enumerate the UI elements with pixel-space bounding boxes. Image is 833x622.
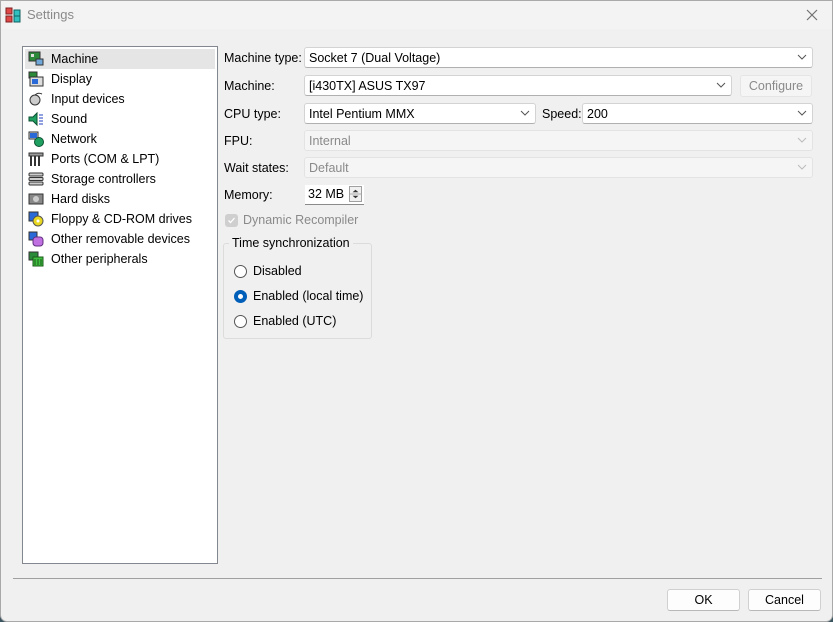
radio-label: Disabled [253,264,302,278]
memory-label: Memory: [224,188,273,202]
removable-devices-icon [28,231,44,247]
settings-category-list[interactable]: Machine Display Input devices Sound Netw… [22,46,218,564]
sidebar-item-label: Hard disks [51,192,111,206]
sidebar-item-label: Other removable devices [51,232,190,246]
close-icon [806,9,818,21]
machine-label: Machine: [224,79,275,93]
dynamic-recompiler-checkbox[interactable]: Dynamic Recompiler [225,213,358,227]
configure-button[interactable]: Configure [740,75,812,97]
sidebar-item-machine[interactable]: Machine [25,49,215,69]
sidebar-item-label: Other peripherals [51,252,148,266]
sidebar-item-label: Machine [51,52,99,66]
machine-type-value: Socket 7 (Dual Voltage) [309,50,441,65]
speed-dropdown[interactable]: 200 [582,103,813,124]
sidebar-item-label: Storage controllers [51,172,156,186]
floppy-cdrom-icon [28,211,44,227]
sidebar-item-hard-disks[interactable]: Hard disks [25,189,215,209]
hard-disk-icon [28,193,44,205]
cpu-type-label: CPU type: [224,107,281,121]
wait-states-value: Default [309,160,349,175]
wait-states-dropdown[interactable]: Default [304,157,813,178]
machine-value: [i430TX] ASUS TX97 [309,78,426,93]
chevron-down-icon [520,110,530,116]
machine-dropdown[interactable]: [i430TX] ASUS TX97 [304,75,732,96]
sidebar-item-other-removable-devices[interactable]: Other removable devices [25,229,215,249]
cancel-button[interactable]: Cancel [748,589,821,611]
title-bar: Settings [1,1,832,29]
display-icon [28,71,44,87]
time-sync-disabled-radio[interactable]: Disabled [234,264,302,278]
wait-states-label: Wait states: [224,161,289,175]
machine-type-dropdown[interactable]: Socket 7 (Dual Voltage) [304,47,813,68]
checkbox-checked-icon [225,213,238,227]
spin-arrows-icon[interactable] [349,186,362,202]
chevron-down-icon [797,54,807,60]
radio-unchecked-icon [234,264,247,278]
close-button[interactable] [792,1,832,29]
cpu-type-value: Intel Pentium MMX [309,106,415,121]
chevron-down-icon [797,110,807,116]
fpu-label: FPU: [224,134,253,148]
ports-icon [28,152,44,166]
network-icon [28,131,44,147]
sidebar-item-other-peripherals[interactable]: Other peripherals [25,249,215,269]
time-sync-title: Time synchronization [229,236,353,250]
sidebar-item-storage-controllers[interactable]: Storage controllers [25,169,215,189]
memory-spinbox[interactable]: 32 MB [305,185,364,205]
time-sync-utc-radio[interactable]: Enabled (UTC) [234,314,336,328]
sidebar-item-label: Network [51,132,97,146]
sidebar-item-label: Input devices [51,92,125,106]
radio-label: Enabled (local time) [253,289,364,303]
chevron-down-icon [716,82,726,88]
radio-label: Enabled (UTC) [253,314,337,328]
machine-type-label: Machine type: [224,51,302,65]
footer-separator [13,578,822,579]
sidebar-item-label: Sound [51,112,88,126]
peripherals-icon [28,251,44,267]
speed-label: Speed: [542,107,582,121]
settings-dialog: Settings Machine Display Input devices S… [0,0,833,622]
storage-controllers-icon [28,172,44,186]
fpu-value: Internal [309,133,351,148]
sound-icon [28,111,43,127]
fpu-dropdown[interactable]: Internal [304,130,813,151]
cpu-type-dropdown[interactable]: Intel Pentium MMX [304,103,536,124]
speed-value: 200 [587,106,608,121]
sidebar-item-label: Ports (COM & LPT) [51,152,160,166]
time-sync-local-radio[interactable]: Enabled (local time) [234,289,363,303]
dynamic-recompiler-label: Dynamic Recompiler [243,213,359,227]
sidebar-item-ports[interactable]: Ports (COM & LPT) [25,149,215,169]
radio-checked-icon [234,289,247,303]
window-title: Settings [27,7,74,22]
sidebar-item-sound[interactable]: Sound [25,109,215,129]
memory-value: 32 MB [308,187,345,201]
machine-icon [28,51,44,66]
chevron-down-icon [797,164,807,170]
sidebar-item-label: Floppy & CD-ROM drives [51,212,192,226]
app-icon [5,7,21,23]
input-devices-icon [29,92,43,106]
sidebar-item-input-devices[interactable]: Input devices [25,89,215,109]
sidebar-item-network[interactable]: Network [25,129,215,149]
sidebar-item-label: Display [51,72,92,86]
sidebar-item-floppy-cdrom[interactable]: Floppy & CD-ROM drives [25,209,215,229]
radio-unchecked-icon [234,314,247,328]
chevron-down-icon [797,137,807,143]
ok-button[interactable]: OK [667,589,740,611]
sidebar-item-display[interactable]: Display [25,69,215,89]
